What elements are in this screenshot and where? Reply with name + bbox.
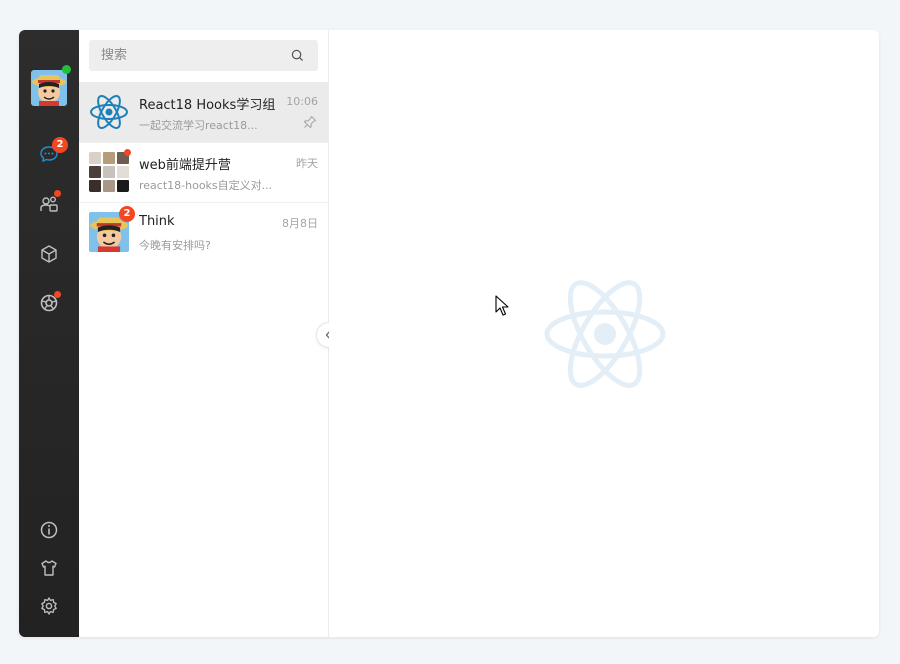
chat-preview: react18-hooks自定义对... — [139, 179, 273, 192]
nav-about-button[interactable] — [36, 517, 62, 543]
chat-name: Think — [139, 214, 175, 229]
nav-apps-button[interactable] — [36, 241, 62, 267]
chat-preview: 今晚有安排吗? — [139, 239, 211, 252]
gear-icon — [41, 597, 57, 615]
react-watermark-icon — [544, 280, 666, 388]
tshirt-icon — [41, 560, 57, 576]
online-status-dot — [62, 65, 71, 74]
chat-unread-badge: 2 — [52, 137, 68, 153]
contacts-icon — [40, 196, 58, 212]
group-avatar — [89, 92, 129, 132]
app-window: 2 搜索 React18 Hooks学习组 10:06 一起交流学习react1… — [19, 30, 879, 637]
chat-time: 10:06 — [286, 95, 318, 108]
group-avatar — [89, 152, 129, 192]
info-icon — [40, 521, 58, 539]
nav-skin-button[interactable] — [36, 555, 62, 581]
chat-name: web前端提升营 — [139, 158, 231, 173]
user-avatar[interactable] — [31, 70, 67, 106]
chat-preview: 一起交流学习react18... — [139, 119, 258, 132]
sidebar-rail: 2 — [19, 30, 79, 637]
chat-time: 8月8日 — [282, 217, 318, 230]
cube-icon — [41, 245, 57, 263]
chat-list-panel: React18 Hooks学习组 10:06 一起交流学习react18... … — [79, 30, 329, 637]
contacts-dot-badge — [54, 190, 61, 197]
unread-count-badge: 2 — [119, 206, 135, 222]
nav-settings-button[interactable] — [36, 593, 62, 619]
unread-dot-badge — [124, 149, 131, 156]
search-input[interactable] — [89, 40, 291, 71]
react-logo-icon — [90, 95, 128, 129]
chat-name: React18 Hooks学习组 — [139, 98, 276, 113]
pin-icon[interactable] — [303, 115, 317, 129]
chat-item-react18-hooks[interactable]: React18 Hooks学习组 10:06 一起交流学习react18... — [79, 82, 328, 143]
chat-item-web-frontend[interactable]: web前端提升营 昨天 react18-hooks自定义对... — [79, 142, 328, 203]
mouse-cursor-icon — [495, 295, 509, 316]
search-icon[interactable] — [291, 49, 304, 62]
chat-item-think[interactable]: 2 Think 8月8日 今晚有安排吗? — [79, 202, 328, 262]
chat-main-area — [329, 30, 879, 637]
search-box — [89, 40, 318, 71]
chat-time: 昨天 — [296, 157, 318, 170]
moments-dot-badge — [54, 291, 61, 298]
